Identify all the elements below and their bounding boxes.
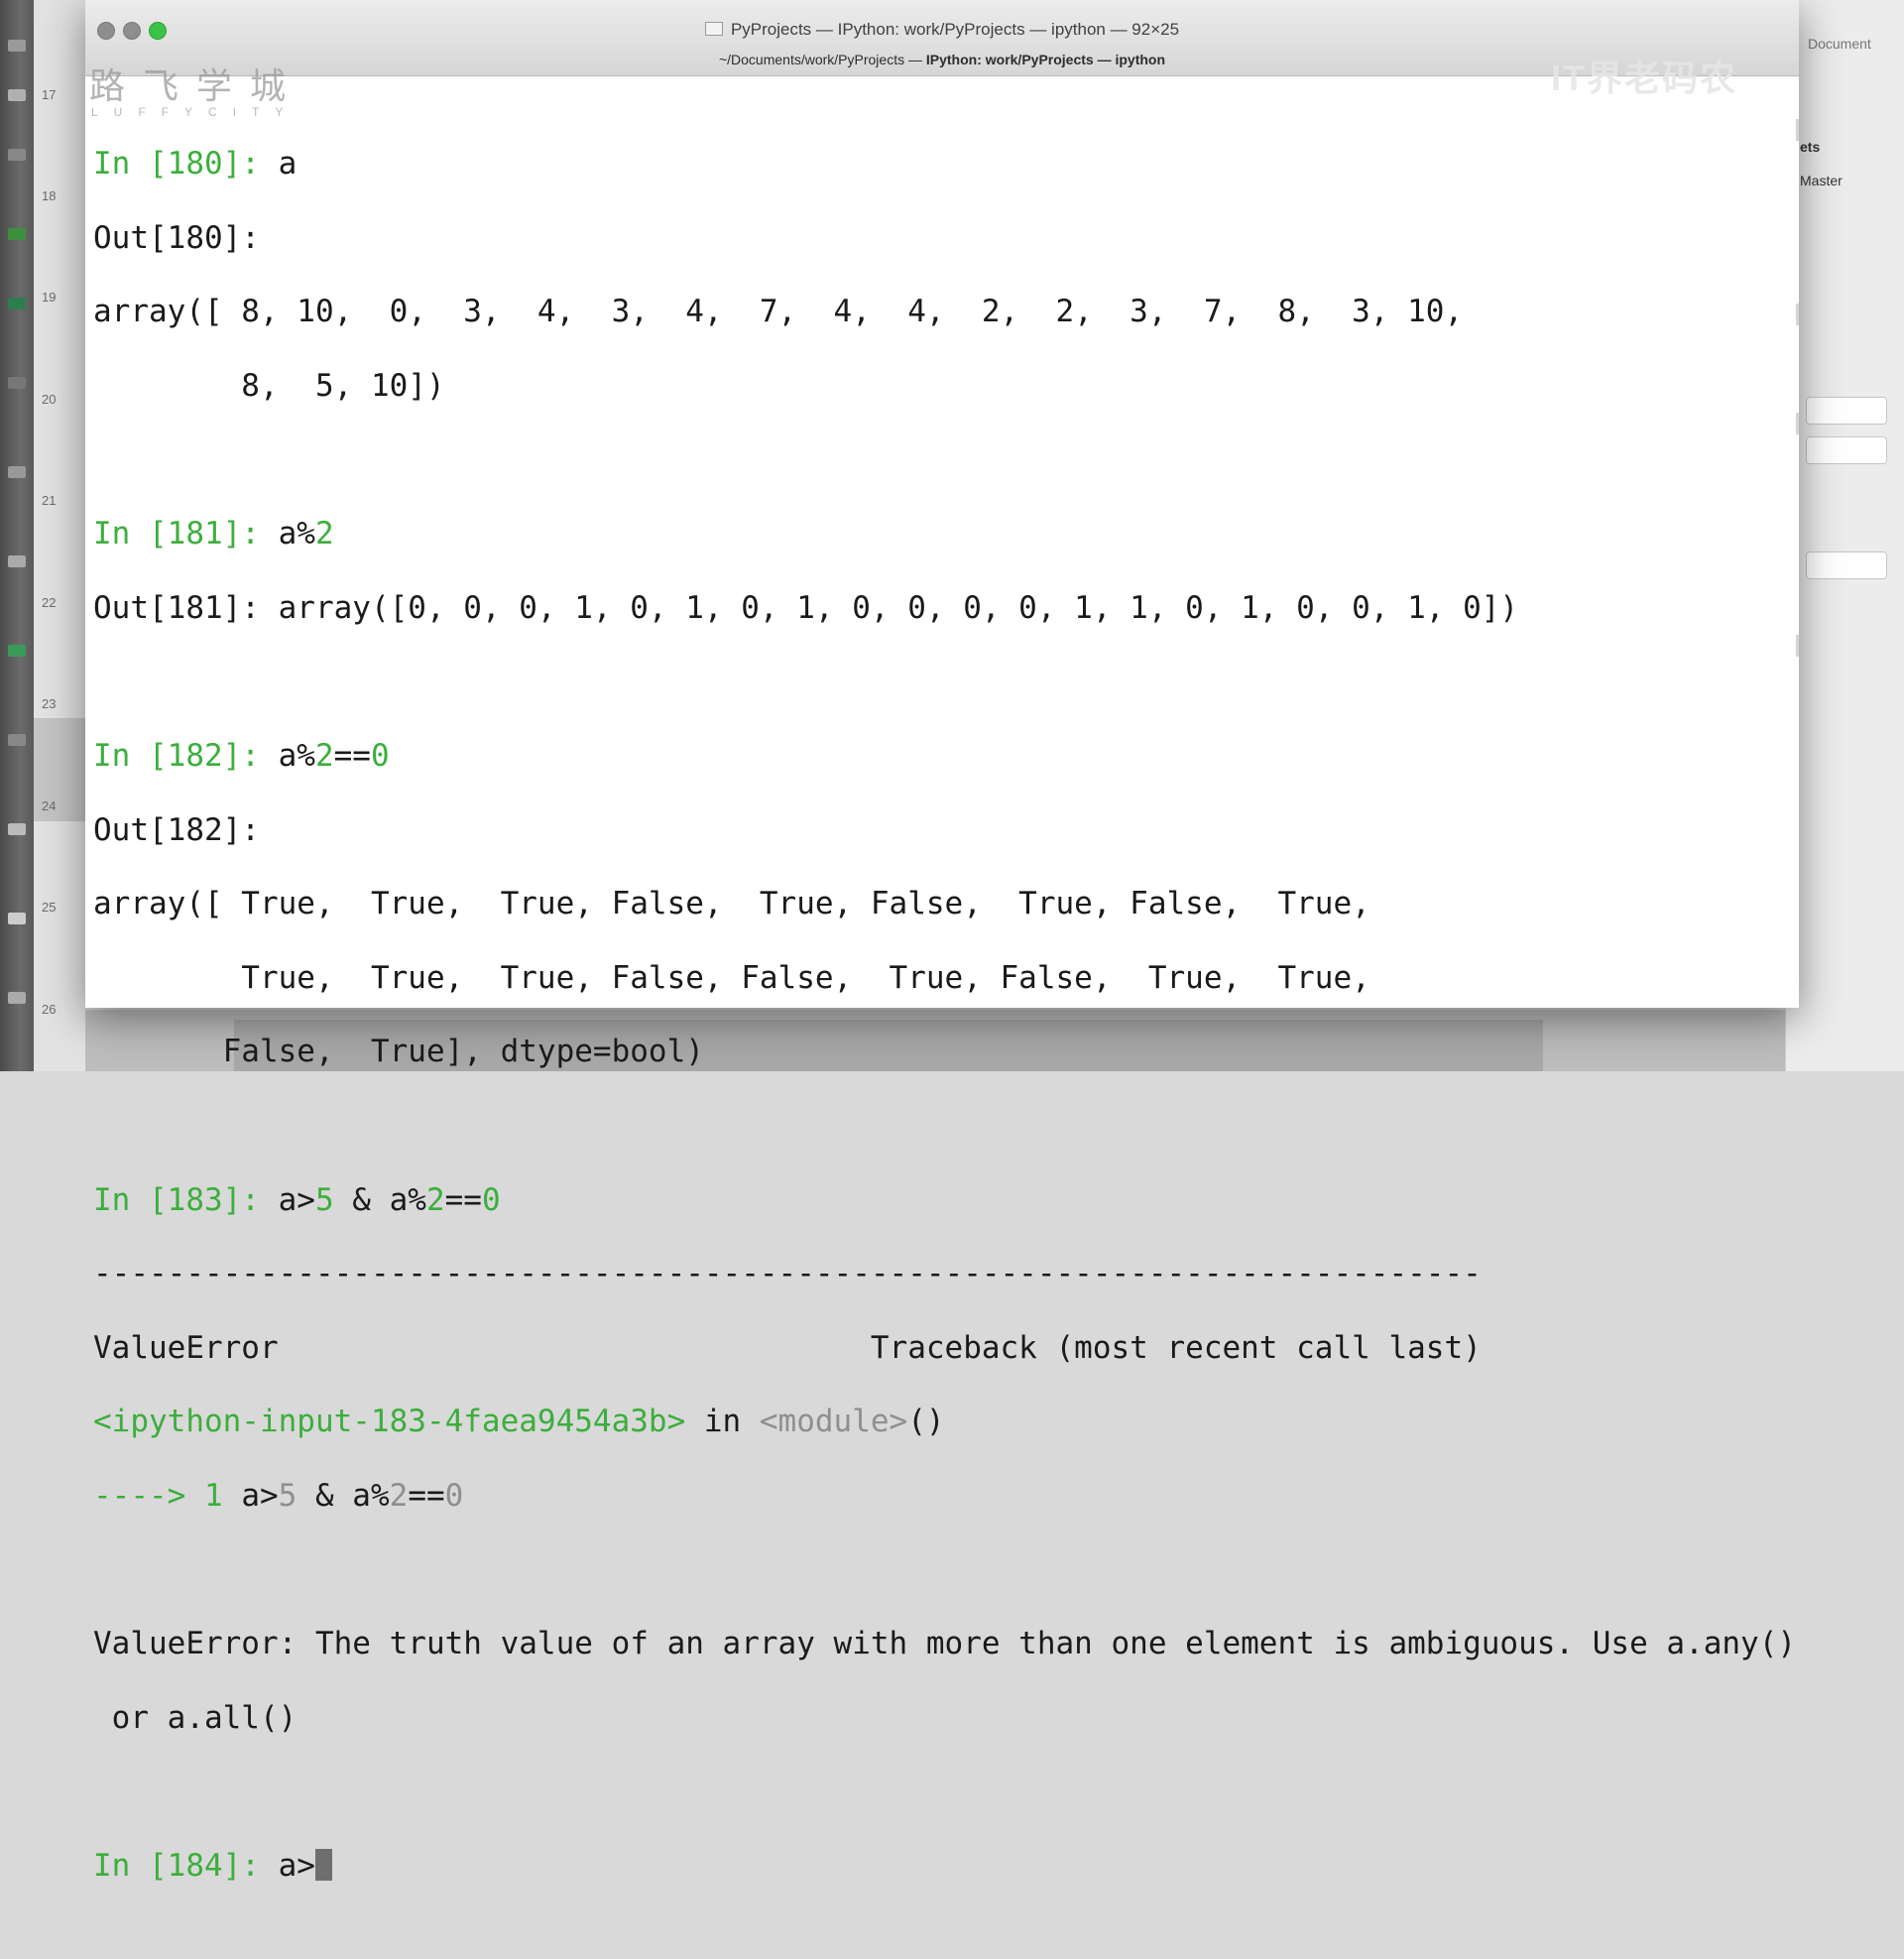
background-inspector-panel: Document ets Master — [1785, 0, 1904, 1071]
folder-icon — [704, 22, 723, 36]
output-line: array([ True, True, True, False, True, F… — [93, 886, 1370, 922]
dock-app-icon[interactable] — [8, 377, 26, 389]
active-input-line[interactable]: In [184]: a> — [93, 1848, 1797, 1885]
dock-app-icon[interactable] — [8, 555, 26, 567]
input-code: a — [278, 146, 298, 183]
output-value: array([0, 0, 0, 1, 0, 1, 0, 1, 0, 0, 0, … — [278, 589, 1519, 626]
dock-app-icon[interactable] — [8, 734, 26, 746]
traceback-error-name: ValueError — [93, 1329, 279, 1366]
output-label: Out[182]: — [93, 811, 260, 848]
traceback-operator: == — [408, 1477, 445, 1514]
input-code: a> — [278, 1181, 315, 1218]
dock — [0, 0, 34, 1071]
output-label: Out[181]: — [93, 589, 279, 626]
terminal-window[interactable]: PyProjects — IPython: work/PyProjects — … — [85, 0, 1799, 1884]
input-prompt: In [180]: — [93, 146, 279, 183]
traceback-code: & a% — [297, 1477, 390, 1514]
input-operator: == — [333, 738, 371, 775]
ruler-number: 26 — [42, 1002, 57, 1017]
traceback-number: 5 — [278, 1477, 298, 1514]
input-number: 0 — [481, 1181, 501, 1218]
ruler-number: 21 — [42, 493, 57, 508]
input-line: In [183]: a>5 & a%2==0 — [93, 1182, 1797, 1219]
ets-label: ets — [1800, 139, 1821, 155]
dock-app-icon[interactable] — [8, 913, 26, 924]
channel-watermark: IT界老码农 — [1551, 58, 1737, 98]
dock-app-icon[interactable] — [8, 228, 26, 240]
inspector-stepper[interactable] — [1806, 436, 1887, 464]
master-label[interactable]: Master — [1800, 173, 1843, 188]
inspector-field[interactable] — [1806, 397, 1887, 425]
traceback-module: <module> — [759, 1404, 908, 1440]
ruler-number: 25 — [42, 900, 57, 915]
input-prompt: In [181]: — [93, 516, 279, 552]
window-title: PyProjects — IPython: work/PyProjects — … — [85, 20, 1799, 40]
input-line: In [182]: a%2==0 — [93, 738, 1797, 775]
document-label[interactable]: Document — [1808, 36, 1871, 52]
input-prompt: In [182]: — [93, 738, 279, 775]
dock-app-icon[interactable] — [8, 823, 26, 835]
dock-app-icon[interactable] — [8, 89, 26, 101]
tab-path: ~/Documents/work/PyProjects — — [718, 52, 926, 67]
input-line: In [181]: a%2 — [93, 516, 1797, 552]
input-code: a% — [278, 516, 315, 552]
terminal-content[interactable]: In [180]: a Out[180]: array([ 8, 10, 0, … — [93, 109, 1797, 1884]
dock-app-icon[interactable] — [8, 149, 26, 161]
output-line: True, True, True, False, False, True, Fa… — [93, 959, 1370, 996]
window-title-text: PyProjects — IPython: work/PyProjects — … — [730, 20, 1180, 39]
traceback-number: 0 — [444, 1477, 464, 1514]
ruler-number: 22 — [42, 595, 57, 610]
error-message-line: or a.all() — [93, 1699, 298, 1736]
dock-app-icon[interactable] — [8, 40, 26, 52]
traceback-header: ValueError Traceback (most recent call l… — [93, 1330, 1797, 1367]
output-line: 8, 5, 10]) — [93, 368, 445, 405]
input-number: 2 — [314, 738, 334, 775]
traceback-in-word: in — [685, 1404, 760, 1440]
dock-app-icon[interactable] — [8, 298, 26, 309]
input-number: 0 — [370, 738, 390, 775]
ruler-number: 17 — [42, 87, 57, 102]
traceback-parens: () — [907, 1404, 945, 1440]
ruler-number: 23 — [42, 696, 57, 711]
input-line: In [180]: a — [93, 146, 1797, 183]
output-line: False, True], dtype=bool) — [93, 1034, 704, 1070]
input-code[interactable]: a> — [279, 1848, 315, 1884]
output-line: Out[181]: array([0, 0, 0, 1, 0, 1, 0, 1,… — [93, 590, 1797, 627]
ruler-number: 20 — [42, 392, 57, 407]
ruler-number: 19 — [42, 290, 57, 305]
input-prompt: In [183]: — [93, 1181, 279, 1218]
input-code: a% — [278, 738, 315, 775]
terminal-titlebar[interactable]: PyProjects — IPython: work/PyProjects — … — [85, 0, 1799, 98]
dock-app-icon[interactable] — [8, 992, 26, 1004]
ruler-number: 24 — [42, 798, 57, 813]
input-code: & a% — [333, 1181, 426, 1218]
tab-bold-title: IPython: work/PyProjects — ipython — [925, 52, 1166, 67]
inspector-field[interactable] — [1806, 551, 1887, 579]
output-label: Out[180]: — [93, 219, 260, 256]
input-number: 2 — [314, 516, 334, 552]
traceback-number: 2 — [389, 1477, 409, 1514]
error-message-line: ValueError: The truth value of an array … — [93, 1626, 1797, 1662]
input-number: 5 — [314, 1181, 334, 1218]
input-prompt: In [184]: — [93, 1847, 279, 1884]
output-line: array([ 8, 10, 0, 3, 4, 3, 4, 7, 4, 4, 2… — [93, 294, 1464, 330]
input-operator: == — [444, 1181, 482, 1218]
dock-app-icon[interactable] — [8, 466, 26, 478]
traceback-arrow-line: ----> 1 a>5 & a%2==0 — [93, 1478, 1797, 1515]
input-number: 2 — [425, 1181, 445, 1218]
traceback-title: Traceback (most recent call last) — [870, 1329, 1482, 1366]
traceback-code: a> — [241, 1477, 279, 1514]
tab-title[interactable]: ~/Documents/work/PyProjects — IPython: w… — [85, 52, 1799, 67]
dock-app-icon[interactable] — [8, 645, 26, 657]
traceback-input-ref: <ipython-input-183-4faea9454a3b> — [93, 1404, 686, 1440]
traceback-arrow: ----> 1 — [93, 1477, 242, 1514]
background-line-ruler: 17 18 19 20 21 22 23 24 25 26 — [34, 0, 86, 1071]
ruler-number: 18 — [42, 188, 57, 203]
luffycity-logo-watermark: 路飞学城 — [89, 66, 304, 107]
traceback-location: <ipython-input-183-4faea9454a3b> in <mod… — [93, 1404, 1797, 1440]
text-cursor — [314, 1848, 332, 1881]
traceback-separator: ----------------------------------------… — [93, 1256, 1482, 1292]
